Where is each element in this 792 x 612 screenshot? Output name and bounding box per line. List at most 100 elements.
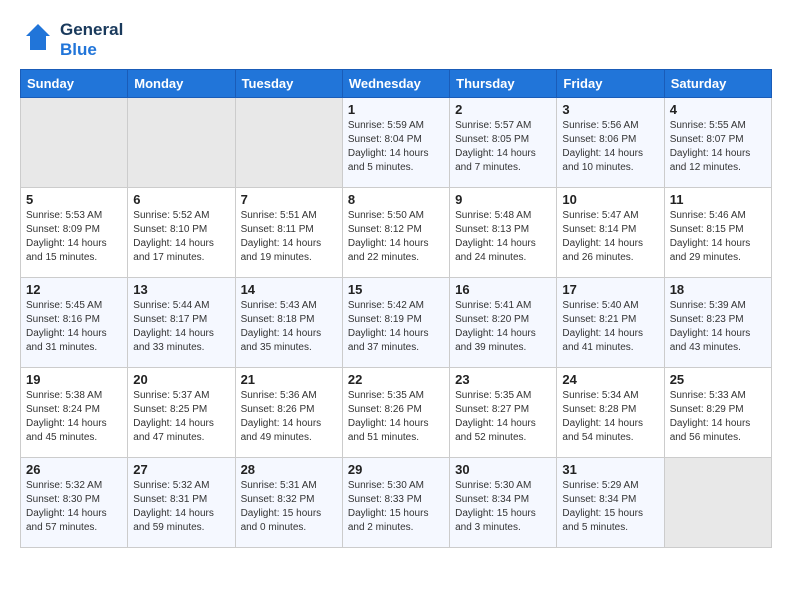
day-number: 24 <box>562 372 658 387</box>
day-number: 31 <box>562 462 658 477</box>
day-info: Sunrise: 5:48 AM Sunset: 8:13 PM Dayligh… <box>455 209 551 265</box>
calendar-cell <box>664 458 771 548</box>
day-number: 3 <box>562 102 658 117</box>
calendar-cell: 2 Sunrise: 5:57 AM Sunset: 8:05 PM Daylig… <box>450 98 557 188</box>
weekday-header: Thursday <box>450 70 557 98</box>
calendar-cell: 11Sunrise: 5:46 AM Sunset: 8:15 PM Dayli… <box>664 188 771 278</box>
day-info: Sunrise: 5:35 AM Sunset: 8:26 PM Dayligh… <box>348 389 444 445</box>
day-number: 18 <box>670 282 766 297</box>
day-info: Sunrise: 5:57 AM Sunset: 8:05 PM Dayligh… <box>455 119 551 175</box>
calendar-cell: 17Sunrise: 5:40 AM Sunset: 8:21 PM Dayli… <box>557 278 664 368</box>
calendar-cell: 5 Sunrise: 5:53 AM Sunset: 8:09 PM Daylig… <box>21 188 128 278</box>
day-number: 21 <box>241 372 337 387</box>
day-info: Sunrise: 5:37 AM Sunset: 8:25 PM Dayligh… <box>133 389 229 445</box>
calendar-cell: 6 Sunrise: 5:52 AM Sunset: 8:10 PM Daylig… <box>128 188 235 278</box>
calendar-cell: 14 Sunrise: 5:43 AM Sunset: 8:18 PM Dayli… <box>235 278 342 368</box>
calendar-body: 1 Sunrise: 5:59 AM Sunset: 8:04 PM Daylig… <box>21 98 772 548</box>
calendar-cell: 23Sunrise: 5:35 AM Sunset: 8:27 PM Dayli… <box>450 368 557 458</box>
day-number: 2 <box>455 102 551 117</box>
day-info: Sunrise: 5:50 AM Sunset: 8:12 PM Dayligh… <box>348 209 444 265</box>
calendar-cell: 3 Sunrise: 5:56 AM Sunset: 8:06 PM Daylig… <box>557 98 664 188</box>
calendar-cell: 30 Sunrise: 5:30 AM Sunset: 8:34 PM Dayli… <box>450 458 557 548</box>
day-number: 8 <box>348 192 444 207</box>
day-number: 19 <box>26 372 122 387</box>
calendar-cell: 10 Sunrise: 5:47 AM Sunset: 8:14 PM Dayli… <box>557 188 664 278</box>
day-number: 23 <box>455 372 551 387</box>
day-number: 10 <box>562 192 658 207</box>
day-number: 6 <box>133 192 229 207</box>
calendar-cell: 4 Sunrise: 5:55 AM Sunset: 8:07 PM Daylig… <box>664 98 771 188</box>
day-number: 1 <box>348 102 444 117</box>
day-info: Sunrise: 5:43 AM Sunset: 8:18 PM Dayligh… <box>241 299 337 355</box>
day-number: 15 <box>348 282 444 297</box>
day-number: 9 <box>455 192 551 207</box>
day-info: Sunrise: 5:56 AM Sunset: 8:06 PM Dayligh… <box>562 119 658 175</box>
day-number: 20 <box>133 372 229 387</box>
day-number: 22 <box>348 372 444 387</box>
logo-blue: Blue <box>60 40 123 60</box>
day-info: Sunrise: 5:30 AM Sunset: 8:33 PM Dayligh… <box>348 479 444 535</box>
day-info: Sunrise: 5:29 AM Sunset: 8:34 PM Dayligh… <box>562 479 658 535</box>
day-info: Sunrise: 5:55 AM Sunset: 8:07 PM Dayligh… <box>670 119 766 175</box>
calendar-cell: 20 Sunrise: 5:37 AM Sunset: 8:25 PM Dayli… <box>128 368 235 458</box>
day-info: Sunrise: 5:47 AM Sunset: 8:14 PM Dayligh… <box>562 209 658 265</box>
day-number: 28 <box>241 462 337 477</box>
page-header: General Blue <box>20 20 772 59</box>
calendar-cell: 21Sunrise: 5:36 AM Sunset: 8:26 PM Dayli… <box>235 368 342 458</box>
calendar-cell: 28 Sunrise: 5:31 AM Sunset: 8:32 PM Dayli… <box>235 458 342 548</box>
day-info: Sunrise: 5:32 AM Sunset: 8:30 PM Dayligh… <box>26 479 122 535</box>
calendar-cell: 19 Sunrise: 5:38 AM Sunset: 8:24 PM Dayli… <box>21 368 128 458</box>
weekday-header: Tuesday <box>235 70 342 98</box>
day-info: Sunrise: 5:42 AM Sunset: 8:19 PM Dayligh… <box>348 299 444 355</box>
day-number: 14 <box>241 282 337 297</box>
day-info: Sunrise: 5:52 AM Sunset: 8:10 PM Dayligh… <box>133 209 229 265</box>
day-info: Sunrise: 5:51 AM Sunset: 8:11 PM Dayligh… <box>241 209 337 265</box>
day-info: Sunrise: 5:53 AM Sunset: 8:09 PM Dayligh… <box>26 209 122 265</box>
day-info: Sunrise: 5:31 AM Sunset: 8:32 PM Dayligh… <box>241 479 337 535</box>
calendar-cell: 16 Sunrise: 5:41 AM Sunset: 8:20 PM Dayli… <box>450 278 557 368</box>
day-number: 11 <box>670 192 766 207</box>
calendar-cell <box>235 98 342 188</box>
day-number: 26 <box>26 462 122 477</box>
calendar-cell: 29Sunrise: 5:30 AM Sunset: 8:33 PM Dayli… <box>342 458 449 548</box>
day-info: Sunrise: 5:44 AM Sunset: 8:17 PM Dayligh… <box>133 299 229 355</box>
day-info: Sunrise: 5:30 AM Sunset: 8:34 PM Dayligh… <box>455 479 551 535</box>
calendar-cell: 22 Sunrise: 5:35 AM Sunset: 8:26 PM Dayli… <box>342 368 449 458</box>
day-info: Sunrise: 5:39 AM Sunset: 8:23 PM Dayligh… <box>670 299 766 355</box>
calendar-table: SundayMondayTuesdayWednesdayThursdayFrid… <box>20 69 772 548</box>
day-number: 4 <box>670 102 766 117</box>
day-info: Sunrise: 5:41 AM Sunset: 8:20 PM Dayligh… <box>455 299 551 355</box>
day-number: 7 <box>241 192 337 207</box>
day-info: Sunrise: 5:33 AM Sunset: 8:29 PM Dayligh… <box>670 389 766 445</box>
day-info: Sunrise: 5:45 AM Sunset: 8:16 PM Dayligh… <box>26 299 122 355</box>
day-number: 16 <box>455 282 551 297</box>
calendar-cell: 1 Sunrise: 5:59 AM Sunset: 8:04 PM Daylig… <box>342 98 449 188</box>
calendar-cell: 15 Sunrise: 5:42 AM Sunset: 8:19 PM Dayli… <box>342 278 449 368</box>
logo-icon <box>20 22 56 58</box>
calendar-cell: 12Sunrise: 5:45 AM Sunset: 8:16 PM Dayli… <box>21 278 128 368</box>
calendar-cell <box>21 98 128 188</box>
weekday-header: Monday <box>128 70 235 98</box>
day-info: Sunrise: 5:34 AM Sunset: 8:28 PM Dayligh… <box>562 389 658 445</box>
logo-general: General <box>60 20 123 40</box>
day-info: Sunrise: 5:38 AM Sunset: 8:24 PM Dayligh… <box>26 389 122 445</box>
calendar-cell: 7 Sunrise: 5:51 AM Sunset: 8:11 PM Daylig… <box>235 188 342 278</box>
calendar-cell <box>128 98 235 188</box>
weekday-header: Friday <box>557 70 664 98</box>
day-number: 13 <box>133 282 229 297</box>
calendar-cell: 27Sunrise: 5:32 AM Sunset: 8:31 PM Dayli… <box>128 458 235 548</box>
day-number: 25 <box>670 372 766 387</box>
calendar-cell: 18 Sunrise: 5:39 AM Sunset: 8:23 PM Dayli… <box>664 278 771 368</box>
logo-container: General Blue <box>20 20 123 59</box>
calendar-cell: 25 Sunrise: 5:33 AM Sunset: 8:29 PM Dayli… <box>664 368 771 458</box>
day-number: 30 <box>455 462 551 477</box>
day-number: 5 <box>26 192 122 207</box>
day-number: 17 <box>562 282 658 297</box>
calendar-header: SundayMondayTuesdayWednesdayThursdayFrid… <box>21 70 772 98</box>
day-info: Sunrise: 5:59 AM Sunset: 8:04 PM Dayligh… <box>348 119 444 175</box>
logo: General Blue <box>20 20 123 59</box>
weekday-header: Sunday <box>21 70 128 98</box>
day-number: 27 <box>133 462 229 477</box>
calendar-cell: 8 Sunrise: 5:50 AM Sunset: 8:12 PM Daylig… <box>342 188 449 278</box>
calendar-cell: 31 Sunrise: 5:29 AM Sunset: 8:34 PM Dayli… <box>557 458 664 548</box>
